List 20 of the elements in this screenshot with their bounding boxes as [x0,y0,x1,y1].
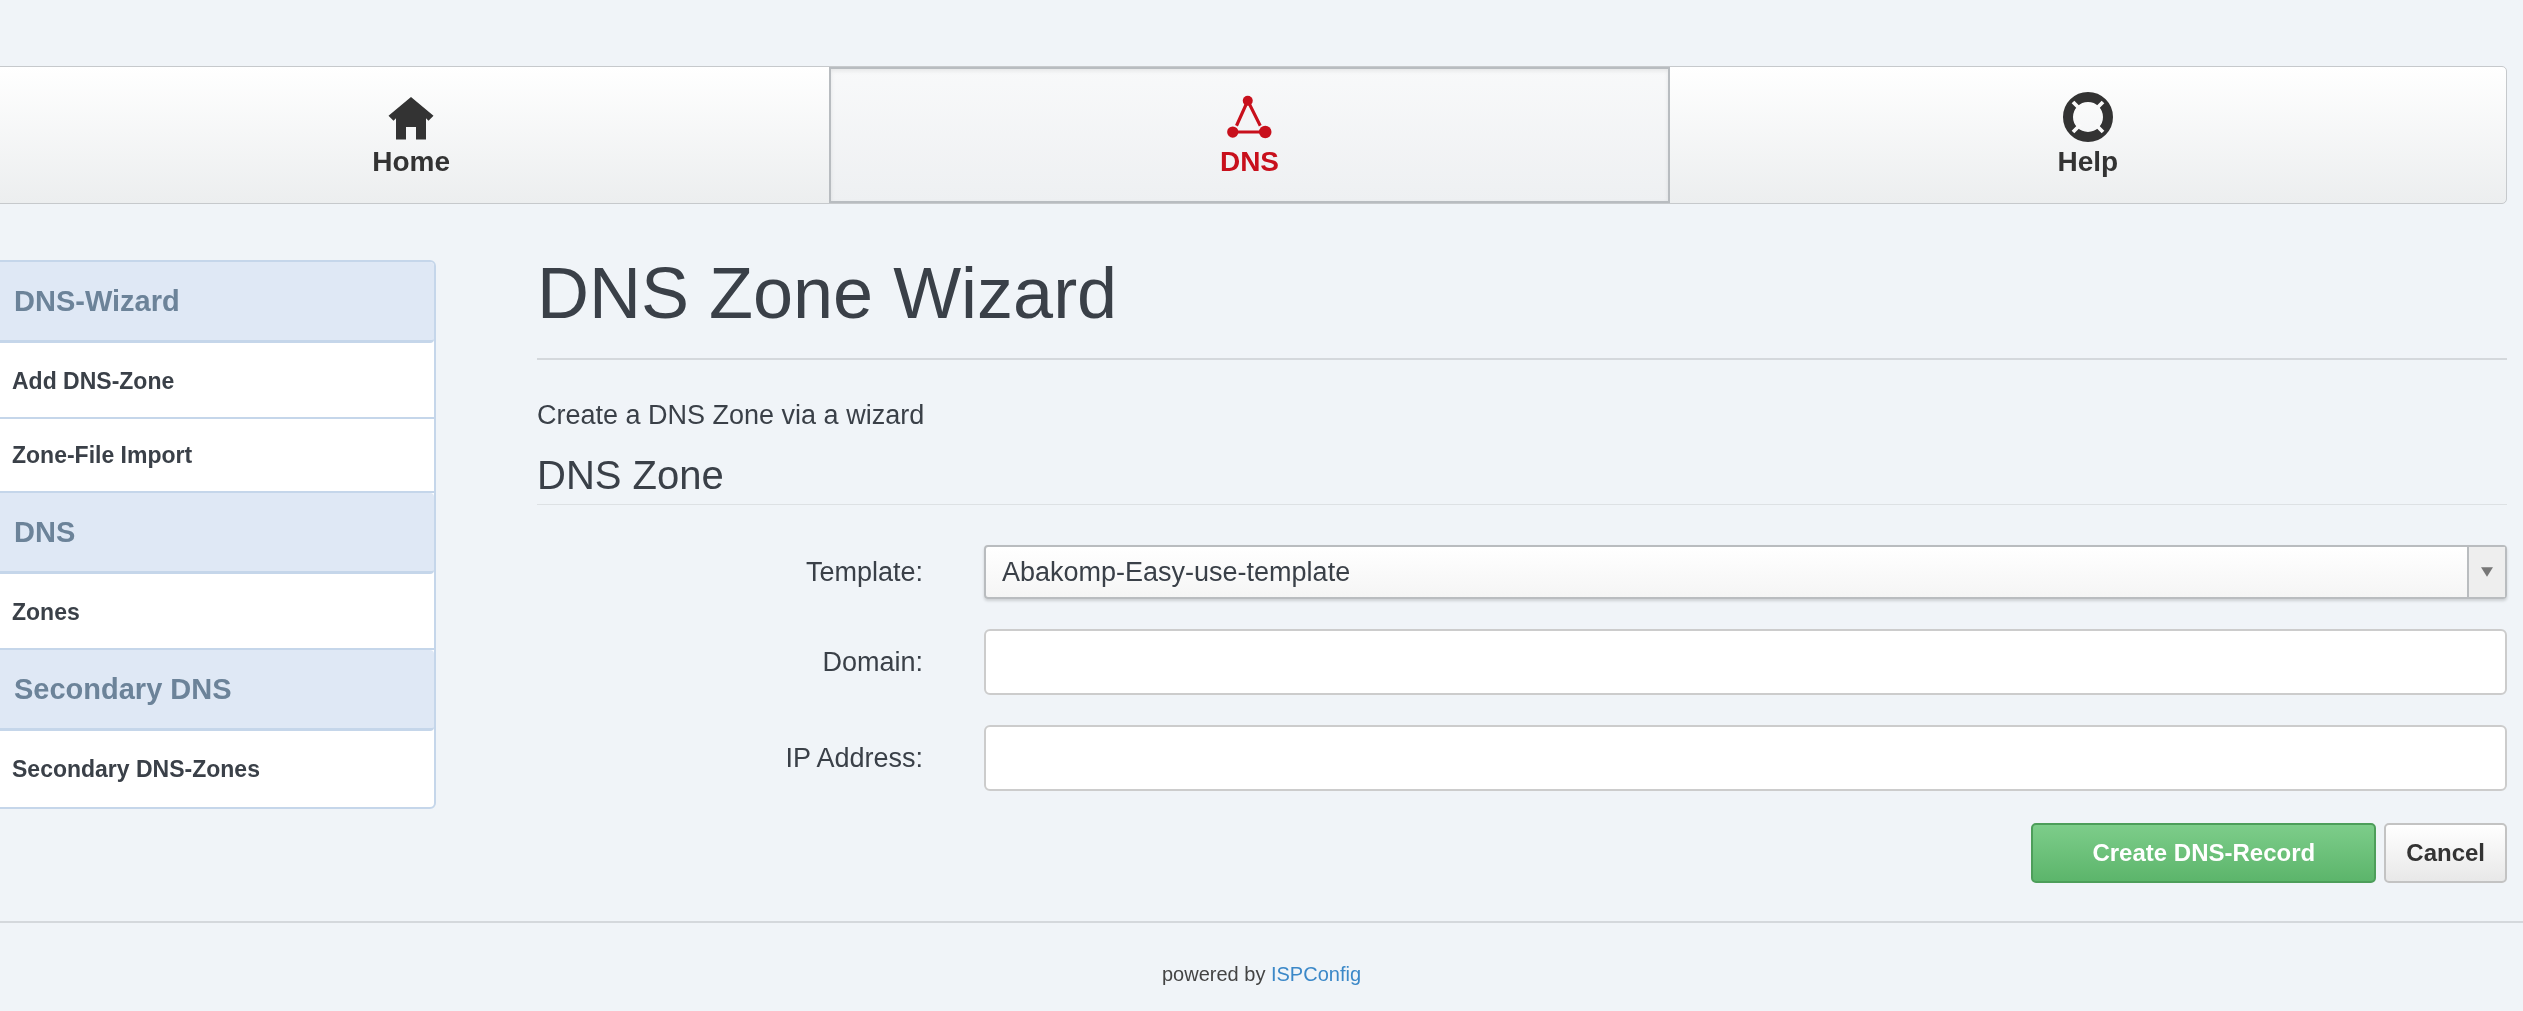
sidebar-heading: Secondary DNS [0,650,434,731]
template-dropdown[interactable]: Abakomp-Easy-use-template [984,545,2507,600]
nav-tab[interactable]: DNS [829,67,1670,203]
section-heading: DNS Zone [537,453,2507,506]
sidebar-heading: DNS [0,493,434,574]
sidebar-item[interactable]: Secondary DNS-Zones [0,733,434,805]
sidebar-item[interactable]: Add DNS-Zone [0,345,434,419]
sidebar-heading: DNS-Wizard [0,262,434,343]
footer-text: powered by [1162,963,1266,986]
caret-icon [2481,567,2493,578]
page-title: DNS Zone Wizard [537,250,2507,361]
input-field[interactable] [984,725,2507,792]
field-label: Domain: [821,646,924,678]
field-label: IP Address: [784,742,924,774]
nav-tab[interactable]: Help [1669,67,2506,203]
nav-tab[interactable]: Home [0,67,830,203]
input-field[interactable] [984,629,2507,696]
field-label: Template: [804,556,924,588]
cancel-button[interactable]: Cancel [2384,823,2507,884]
page-description: Create a DNS Zone via a wizard [537,400,926,432]
